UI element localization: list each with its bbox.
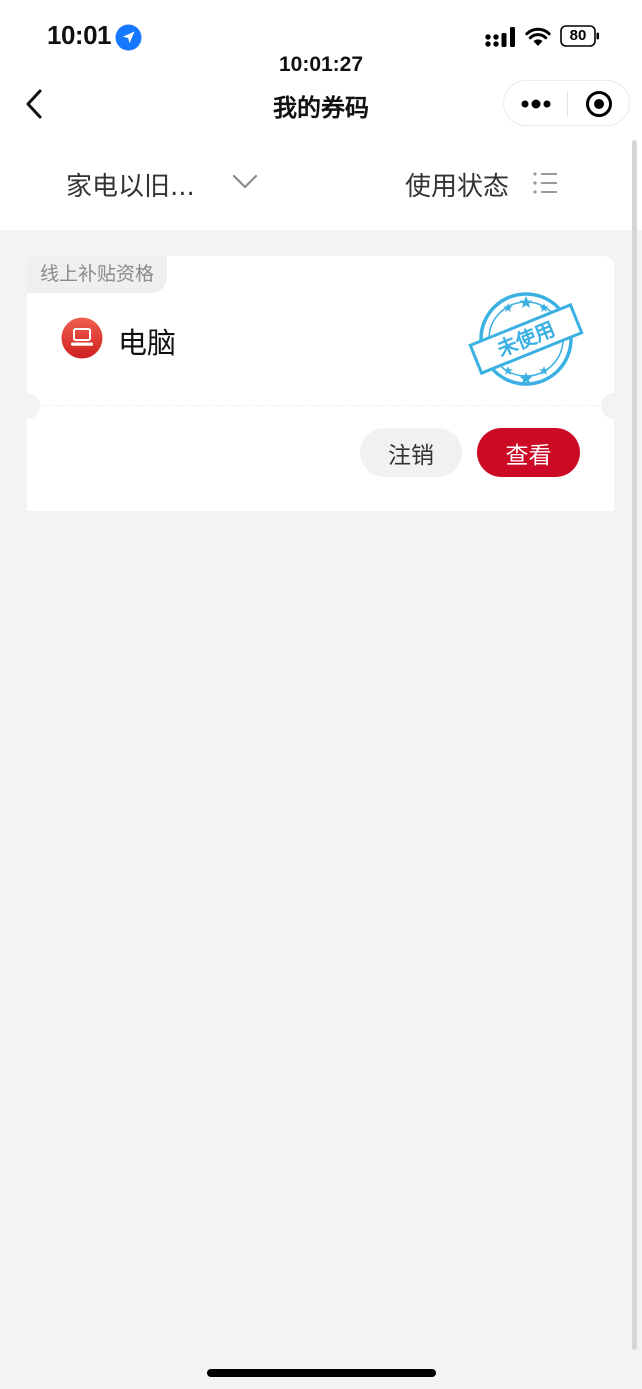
chevron-down-icon[interactable]: [231, 172, 259, 192]
scrollbar[interactable]: [632, 140, 637, 1350]
capsule-divider: [567, 91, 568, 117]
target-icon[interactable]: [585, 90, 613, 118]
home-indicator[interactable]: [207, 1369, 436, 1377]
coupon-card[interactable]: 线上补贴资格 电脑 未使用 注销 查看: [14, 256, 627, 511]
battery-level: 80: [569, 27, 587, 44]
status-filter[interactable]: 使用状态: [405, 166, 509, 203]
status-time: 10:01: [47, 20, 112, 50]
unused-stamp: 未使用: [468, 292, 584, 386]
coupon-type-tag: 线上补贴资格: [27, 256, 168, 293]
product-name: 电脑: [118, 326, 177, 360]
view-button[interactable]: 查看: [477, 428, 580, 477]
card-divider: [41, 405, 600, 406]
card-notch-right: [601, 393, 627, 419]
clock-subtitle: 10:01:27: [278, 53, 364, 76]
laptop-icon: [61, 317, 103, 359]
more-dots-icon[interactable]: [519, 93, 553, 115]
location-arrow-icon: [115, 24, 142, 51]
card-notch-left: [14, 393, 40, 419]
status-bar: 10:01 80: [0, 0, 642, 60]
category-filter[interactable]: 家电以旧...: [66, 166, 195, 203]
mini-program-capsule: [503, 80, 630, 126]
cancel-button[interactable]: 注销: [360, 428, 462, 477]
wifi-icon: [525, 27, 551, 46]
list-icon[interactable]: [532, 170, 558, 196]
signal-icon: [485, 27, 515, 47]
